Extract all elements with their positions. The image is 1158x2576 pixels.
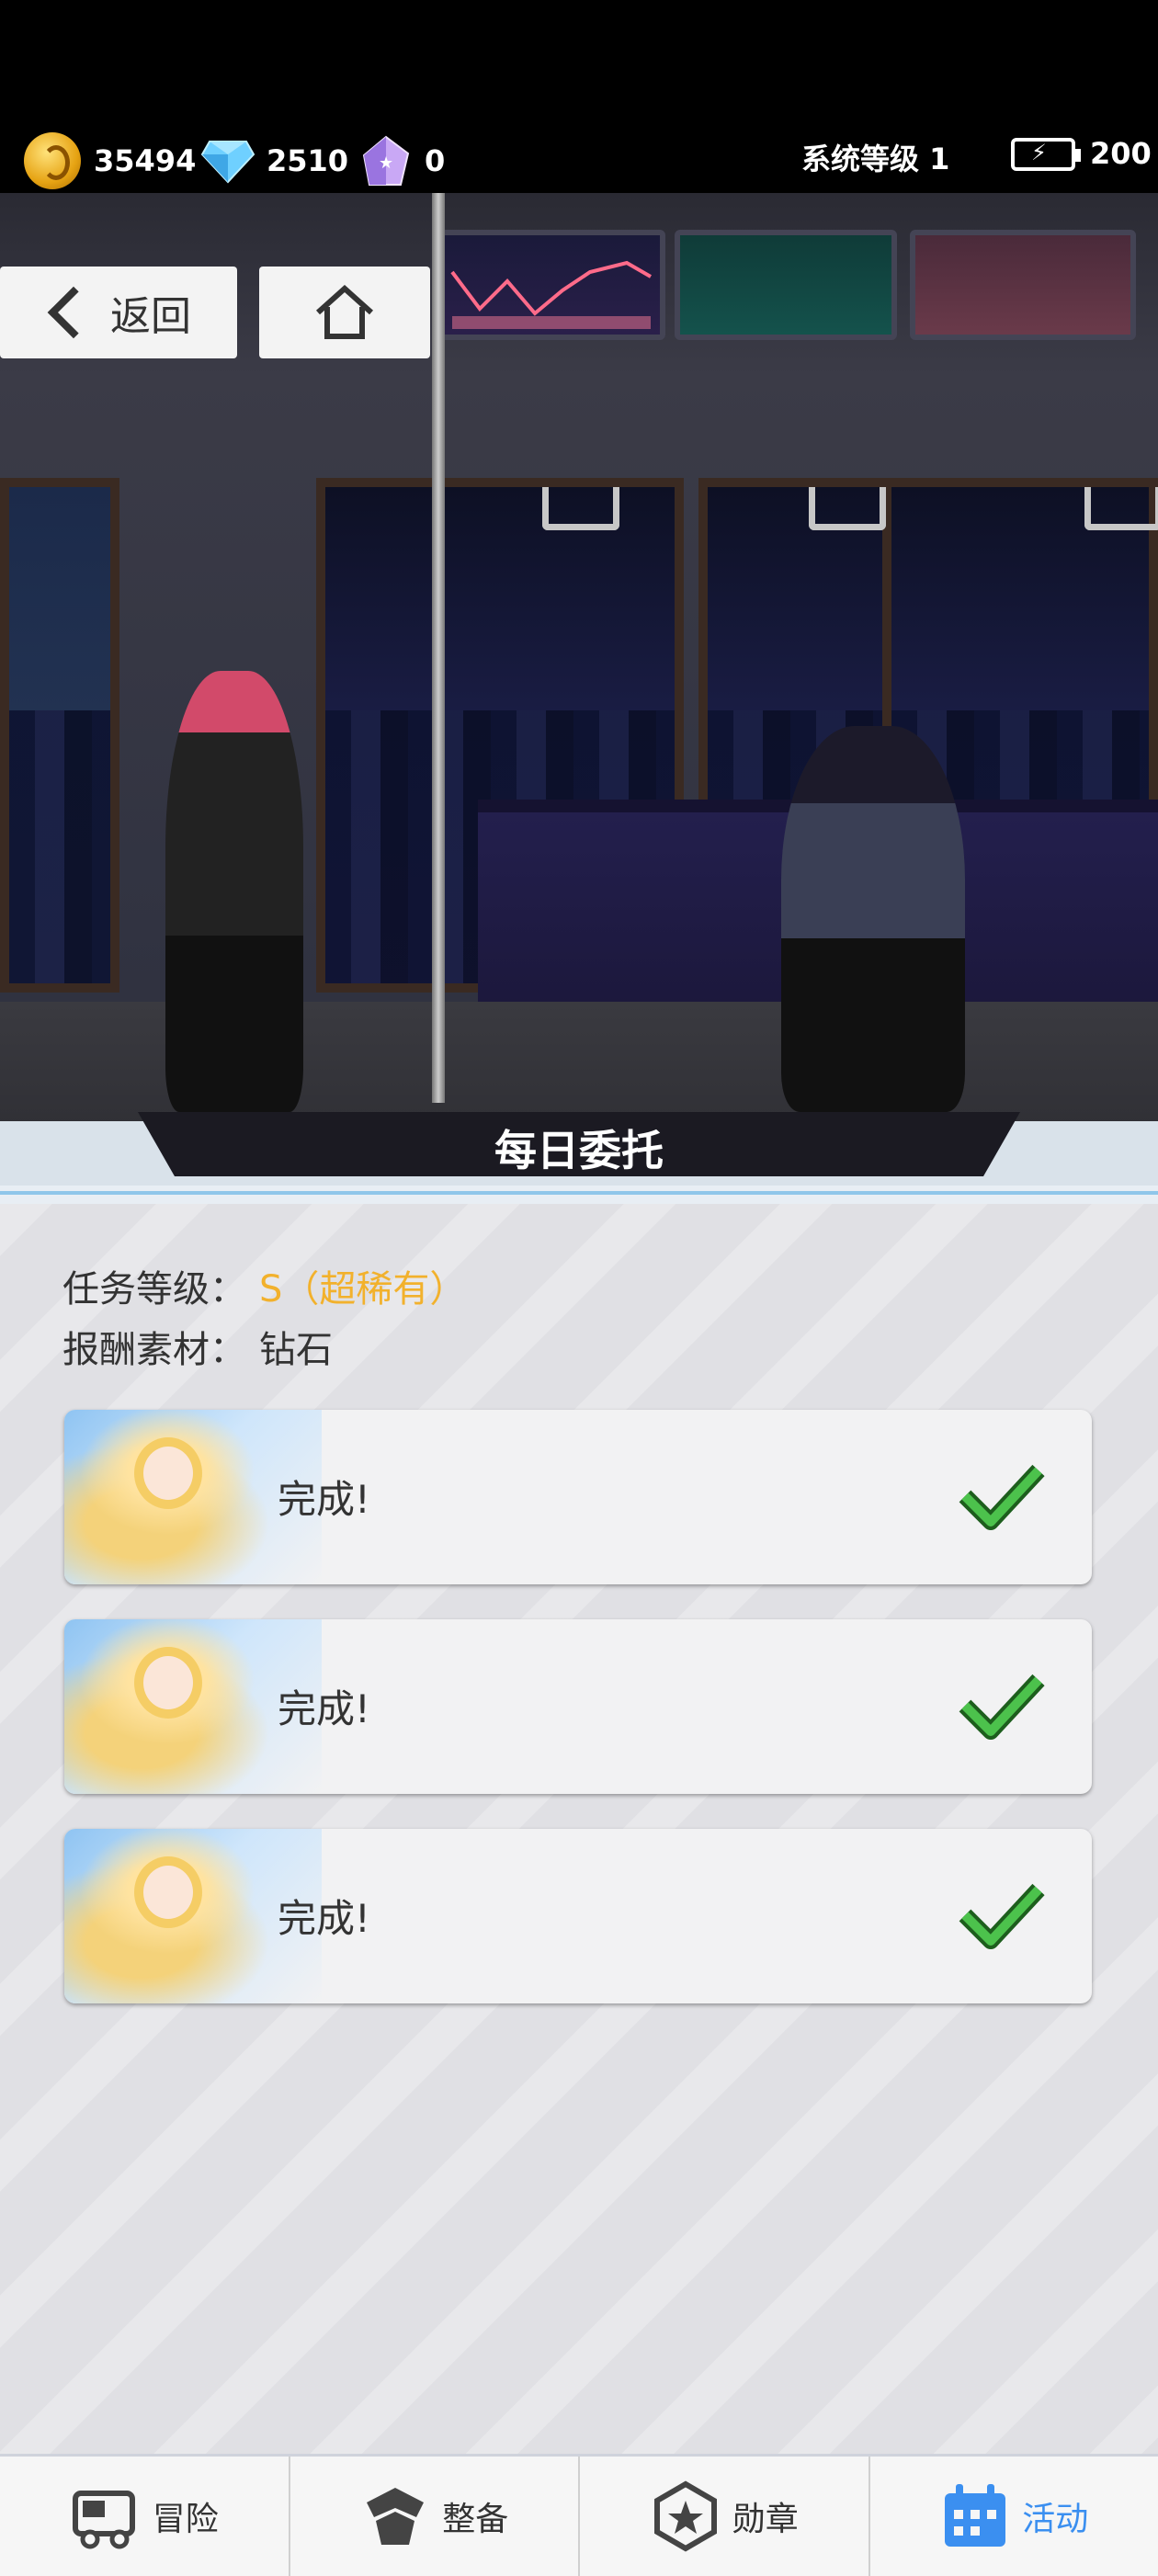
checkmark-icon <box>958 1878 1046 1952</box>
train-pole <box>432 193 445 1103</box>
task-card[interactable]: 完成! <box>64 1619 1092 1794</box>
nav-label: 冒险 <box>153 2492 219 2540</box>
diamond-amount: 2510 <box>267 143 348 178</box>
home-button[interactable] <box>259 267 430 358</box>
character-redhead <box>165 671 303 1112</box>
gold-coin-icon <box>24 132 81 189</box>
diamond-icon <box>200 138 255 184</box>
back-label: 返回 <box>110 283 191 342</box>
truck-icon <box>70 2480 142 2552</box>
chevron-left-icon <box>48 287 100 339</box>
armor-icon <box>359 2480 431 2552</box>
reward-value: 钻石 <box>259 1329 333 1371</box>
task-status-label: 完成! <box>278 1888 370 1944</box>
nav-label: 勋章 <box>732 2492 799 2540</box>
back-button[interactable]: 返回 <box>0 267 237 358</box>
bottom-nav: 冒险 整备 勋章 活动 <box>0 2454 1158 2576</box>
mission-panel: 任务等级： S（超稀有） 报酬素材： 钻石 完成! 完成! 完成! <box>0 1204 1158 2454</box>
reward-label: 报酬素材： <box>62 1329 246 1371</box>
nav-label: 活动 <box>1022 2492 1088 2540</box>
nav-label: 整备 <box>442 2492 508 2540</box>
mission-level-label: 任务等级： <box>62 1268 246 1311</box>
nav-adventure[interactable]: 冒险 <box>0 2457 290 2576</box>
medal-icon <box>650 2480 721 2552</box>
page-title: 每日委托 <box>0 1118 1158 1178</box>
train-door <box>0 478 119 993</box>
task-status-label: 完成! <box>278 1678 370 1734</box>
nav-medal[interactable]: 勋章 <box>580 2457 870 2576</box>
status-bar: 35494 2510 ★ 0 系统等级 1 ⚡ 200 <box>0 0 1158 193</box>
system-level: 系统等级 1 <box>801 136 949 178</box>
crystal-shard-icon: ★ <box>360 135 412 187</box>
task-card[interactable]: 完成! <box>64 1410 1092 1584</box>
checkmark-icon <box>958 1669 1046 1742</box>
task-status-label: 完成! <box>278 1469 370 1525</box>
mission-level-value: S（超稀有） <box>259 1268 466 1311</box>
gold-amount: 35494 <box>94 143 196 178</box>
diamond-counter: 2510 <box>200 129 348 193</box>
home-icon <box>314 285 375 340</box>
task-card[interactable]: 完成! <box>64 1829 1092 2003</box>
battery-icon: ⚡ <box>1011 138 1075 171</box>
shard-amount: 0 <box>425 143 445 178</box>
monitor-screen <box>675 230 897 340</box>
checkmark-icon <box>958 1459 1046 1533</box>
monitor-screen <box>437 230 665 340</box>
hand-strap <box>809 487 886 530</box>
svg-text:★: ★ <box>379 153 393 173</box>
character-darkhair <box>781 726 965 1112</box>
shard-counter: ★ 0 <box>360 129 445 193</box>
hand-strap <box>1084 487 1158 530</box>
hand-strap <box>542 487 619 530</box>
gold-counter: 35494 <box>24 129 196 193</box>
scene-banner: 返回 每日委托 <box>0 193 1158 1204</box>
calendar-icon <box>939 2480 1011 2552</box>
nav-event[interactable]: 活动 <box>870 2457 1158 2576</box>
mission-level-row: 任务等级： S（超稀有） <box>62 1259 466 1312</box>
monitor-screen <box>910 230 1136 340</box>
energy-amount: 200 <box>1090 136 1152 171</box>
reward-row: 报酬素材： 钻石 <box>62 1320 333 1373</box>
nav-equipment[interactable]: 整备 <box>290 2457 581 2576</box>
